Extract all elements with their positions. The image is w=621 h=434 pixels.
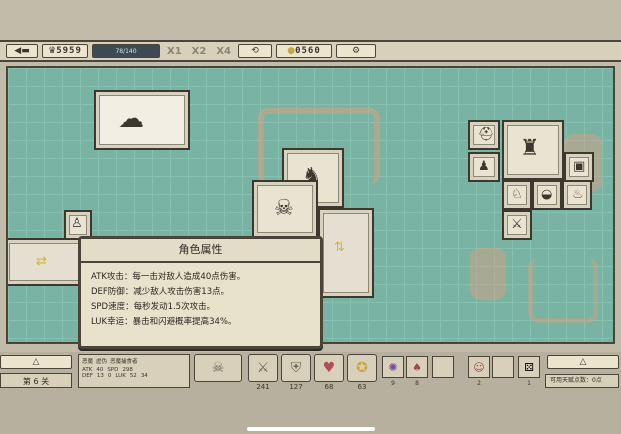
path-icon: ⇄	[36, 254, 47, 269]
stat-label-luk: LUK	[115, 373, 126, 379]
stat-value-extra: 0	[107, 373, 112, 379]
knight-icon: ♘	[511, 187, 523, 202]
speed-x2-button[interactable]: X2	[189, 44, 210, 58]
home-indicator[interactable]	[247, 427, 375, 431]
path-tile[interactable]: ⇅	[318, 208, 374, 298]
octopus-icon: ✺	[388, 360, 398, 374]
demon-icon: ♠	[412, 360, 422, 374]
character-stat-panel: 恶魔 虚伪 恶魔捕食者 ATK 40 SPD 298 DEF 13 0 LUK …	[78, 354, 190, 388]
shield-icon: ⛨	[290, 360, 302, 376]
card-slot-2[interactable]: ♠	[406, 356, 428, 378]
dice-icon: ⚄	[524, 360, 534, 374]
def-description: DEF防御：减少敌人攻击伤害13点。	[91, 287, 230, 297]
speed-x1-button[interactable]: X1	[164, 44, 185, 58]
path-icon: ⇅	[334, 240, 345, 255]
luk-description: LUK幸运：暴击和闪避概率提高34%。	[91, 317, 237, 327]
slot-sword-value: 241	[256, 383, 270, 391]
stat-header-class: 恶魔	[82, 359, 94, 365]
slot-sword[interactable]: ⚔	[248, 354, 278, 382]
card-slot-1-count: 9	[391, 380, 395, 387]
stat-header-name: 恶魔捕食者	[110, 359, 138, 365]
card-slot-3[interactable]: ☺	[468, 356, 490, 378]
enemy-tile-small-5[interactable]: ◒	[532, 180, 562, 210]
card-slot-4[interactable]: ⚄	[518, 356, 540, 378]
enemy-tile-beast[interactable]: ♜	[502, 120, 564, 180]
ghost-tentacle-icon	[528, 258, 598, 323]
wave-counter: ♛ 5959	[42, 44, 88, 58]
enemy-tile-small-6[interactable]: ♨	[562, 180, 592, 210]
skeleton-monster-icon: ☠	[274, 196, 294, 221]
gear-icon: ⚙	[351, 46, 361, 56]
card-slot-3-count: 2	[477, 380, 481, 387]
beast-monster-icon: ♜	[520, 136, 540, 161]
card-slot-1[interactable]: ✺	[382, 356, 404, 378]
hero-icon: ♙	[71, 216, 83, 231]
slot-heart[interactable]: ♥	[314, 354, 344, 382]
collapse-left-button[interactable]: △	[0, 355, 72, 369]
helmet-icon: ⛑	[478, 127, 495, 142]
coin-icon: ●	[287, 46, 296, 56]
talent-points-label: 可用天赋点数：0点	[545, 374, 619, 388]
path-tile-left[interactable]: ⇄	[8, 238, 84, 286]
stat-value-luk: 34	[140, 373, 148, 379]
enemy-tile-small-3[interactable]: ▣	[564, 152, 594, 182]
loop-button[interactable]: ⟲	[238, 44, 273, 58]
chest-icon: ▣	[573, 159, 586, 174]
card-slot-4-count: 1	[527, 380, 531, 387]
ghost-totem-icon	[470, 248, 506, 300]
slot-heart-value: 68	[324, 383, 334, 391]
enemy-tile-small-1[interactable]: ⛑	[468, 120, 500, 150]
slot-luck-value: 63	[357, 383, 367, 391]
heart-icon: ♥	[322, 360, 336, 376]
stat-header-trait: 虚伪	[96, 359, 108, 365]
stage-label: 第 6 关	[0, 373, 72, 388]
card-slot-empty-2[interactable]	[492, 356, 514, 378]
enemy-tile-small-4[interactable]: ♘	[502, 180, 532, 210]
enemy-tile-small-2[interactable]: ♟	[468, 152, 500, 182]
sword-icon: ⚔	[256, 360, 270, 376]
character-portrait[interactable]: ☠	[194, 354, 242, 382]
stat-value-def2: 52	[129, 373, 137, 379]
slot-shield[interactable]: ⛨	[281, 354, 311, 382]
flame-icon: ♨	[572, 187, 584, 202]
slot-luck[interactable]: ✪	[347, 354, 377, 382]
slime-monster-icon: ☁	[118, 104, 144, 134]
settings-button[interactable]: ⚙	[336, 44, 377, 58]
enemy-tile-skeleton[interactable]: ☠	[252, 180, 318, 238]
speed-x4-button[interactable]: X4	[213, 44, 234, 58]
stat-label-def: DEF	[82, 373, 93, 379]
crown-icon: ♛	[48, 46, 57, 56]
back-button[interactable]: ◀▬	[6, 44, 38, 58]
top-bar: ◀▬ ♛ 5959 78/140 X1 X2 X4 ⟲ ● 0560 ⚙	[0, 40, 621, 62]
stat-value-def: 13	[96, 373, 104, 379]
imp-icon: ♟	[478, 159, 490, 174]
attribute-popup: 角色属性 ATK攻击：每一击对敌人造成40点伤害。 DEF防御：减少敌人攻击伤害…	[78, 236, 323, 349]
gold-counter: ● 0560	[276, 44, 333, 58]
luck-icon: ✪	[356, 360, 368, 376]
card-slot-empty-1[interactable]	[432, 356, 454, 378]
enemy-tile-small-7[interactable]: ⚔	[502, 210, 532, 240]
slot-shield-value: 127	[289, 383, 303, 391]
enemy-tile-slime[interactable]: ☁	[94, 90, 190, 150]
imp-face-icon: ☺	[473, 360, 485, 374]
popup-title: 角色属性	[81, 239, 320, 263]
warrior-icon: ⚔	[511, 217, 523, 232]
spd-description: SPD速度：每秒发动1.5次攻击。	[91, 302, 216, 312]
collapse-right-button[interactable]: △	[547, 355, 619, 369]
card-slot-2-count: 8	[415, 380, 419, 387]
turtle-icon: ◒	[541, 187, 553, 202]
hp-bar: 78/140	[92, 44, 160, 58]
atk-description: ATK攻击：每一击对敌人造成40点伤害。	[91, 272, 246, 282]
